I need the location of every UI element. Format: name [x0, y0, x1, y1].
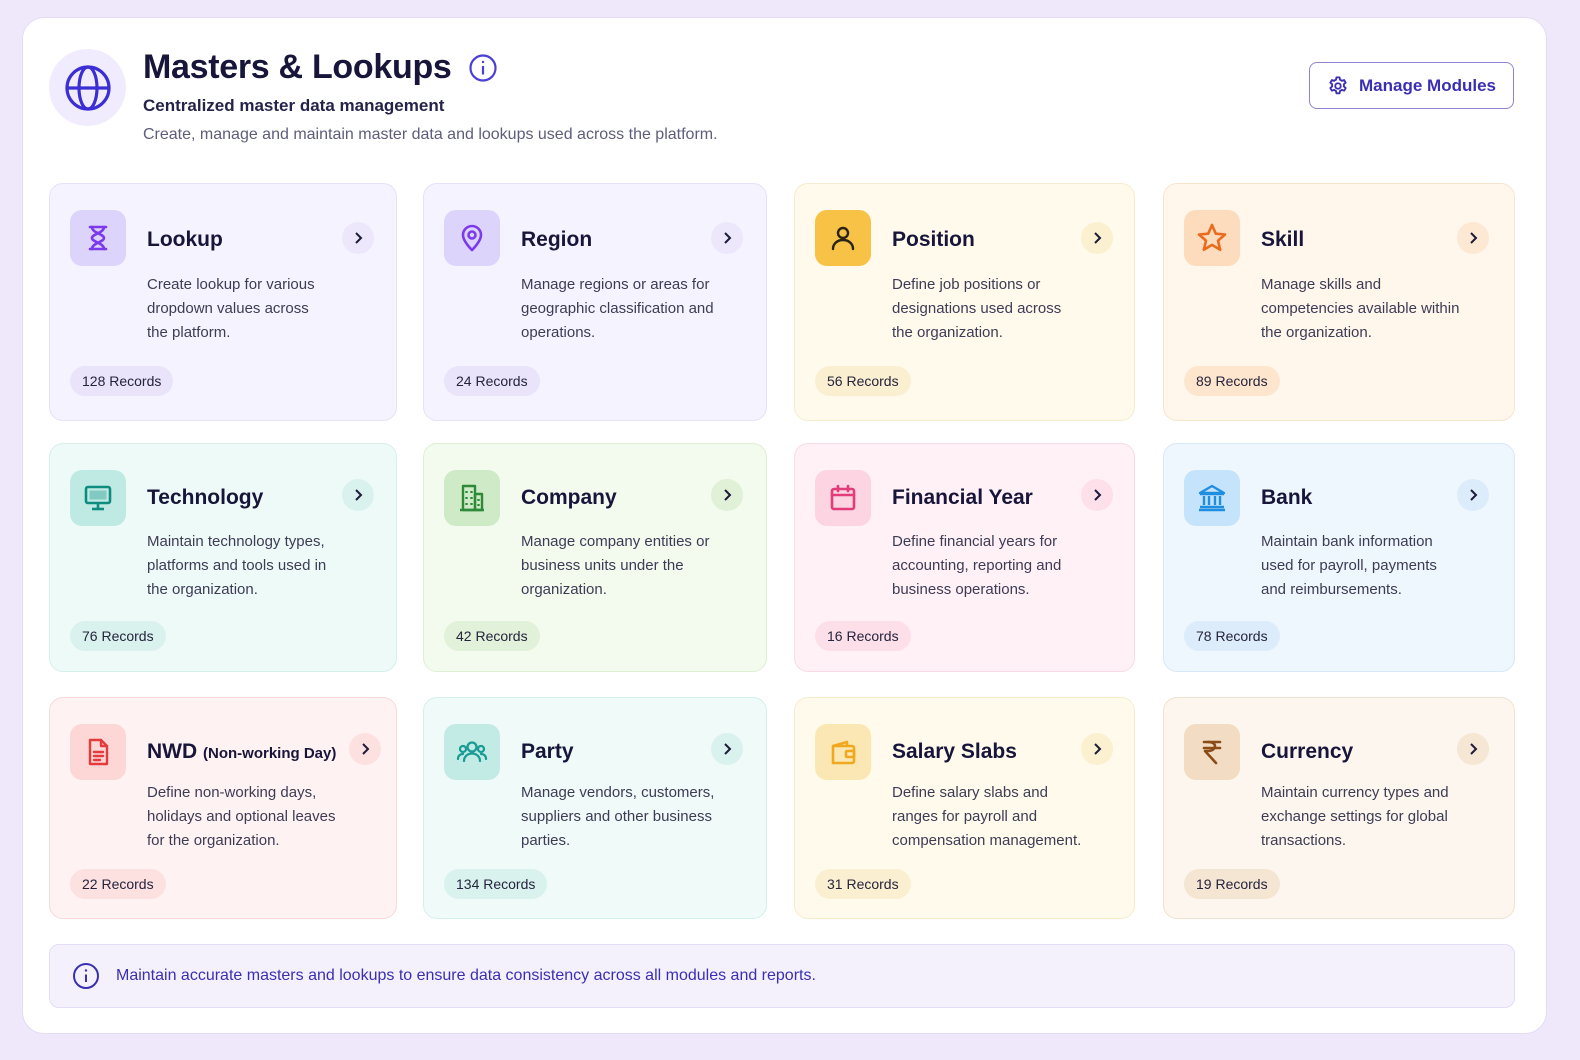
card-description: Maintain bank information used for payro… — [1261, 533, 1437, 598]
card-description: Manage vendors, customers, suppliers and… — [521, 784, 715, 849]
card-description: Define salary slabs and ranges for payro… — [892, 784, 1082, 849]
card-financial-year[interactable]: Financial Year Define financial years fo… — [794, 443, 1135, 672]
building-icon — [444, 470, 500, 526]
records-badge: 19 Records — [1184, 869, 1280, 899]
chevron-right-icon[interactable] — [342, 479, 374, 511]
records-badge: 31 Records — [815, 869, 911, 899]
star-icon — [1184, 210, 1240, 266]
card-description: Define financial years for accounting, r… — [892, 533, 1062, 598]
card-title: Skill — [1261, 228, 1305, 251]
user-icon — [815, 210, 871, 266]
chevron-right-icon[interactable] — [1081, 479, 1113, 511]
card-title: Currency — [1261, 740, 1354, 763]
card-currency[interactable]: Currency Maintain currency types and exc… — [1163, 697, 1515, 919]
page-description: Create, manage and maintain master data … — [143, 126, 718, 143]
card-salary-slabs[interactable]: Salary Slabs Define salary slabs and ran… — [794, 697, 1135, 919]
footer-note: Maintain accurate masters and lookups to… — [49, 944, 1515, 1008]
card-skill[interactable]: Skill Manage skills and competencies ava… — [1163, 183, 1515, 421]
chevron-right-icon[interactable] — [1457, 479, 1489, 511]
records-badge: 24 Records — [444, 366, 540, 396]
card-title: Party — [521, 740, 574, 763]
card-description: Manage company entities or business unit… — [521, 533, 710, 598]
map-pin-icon — [444, 210, 500, 266]
chevron-right-icon[interactable] — [711, 222, 743, 254]
chevron-right-icon[interactable] — [1081, 222, 1113, 254]
page-title: Masters & Lookups — [143, 48, 452, 86]
card-description: Define non-working days, holidays and op… — [147, 784, 336, 849]
card-position[interactable]: Position Define job positions or designa… — [794, 183, 1135, 421]
card-title: Financial Year — [892, 486, 1033, 509]
records-badge: 56 Records — [815, 366, 911, 396]
card-description: Define job positions or designations use… — [892, 276, 1062, 341]
records-badge: 134 Records — [444, 869, 548, 899]
records-badge: 89 Records — [1184, 366, 1280, 396]
card-description: Create lookup for various dropdown value… — [147, 276, 315, 341]
card-title: NWD (Non-working Day) — [147, 740, 337, 763]
hourglass-icon — [70, 210, 126, 266]
card-company[interactable]: Company Manage company entities or busin… — [423, 443, 767, 672]
chevron-right-icon[interactable] — [711, 733, 743, 765]
card-region[interactable]: Region Manage regions or areas for geogr… — [423, 183, 767, 421]
records-badge: 42 Records — [444, 621, 540, 651]
card-description: Manage skills and competencies available… — [1261, 276, 1460, 341]
globe-icon — [49, 49, 126, 126]
card-party[interactable]: Party Manage vendors, customers, supplie… — [423, 697, 767, 919]
records-badge: 22 Records — [70, 869, 166, 899]
card-title: Position — [892, 228, 975, 251]
title-row: Masters & Lookups — [143, 48, 498, 87]
records-badge: 128 Records — [70, 366, 174, 396]
gear-icon — [1327, 75, 1349, 97]
card-title: Region — [521, 228, 593, 251]
chevron-right-icon[interactable] — [342, 222, 374, 254]
card-title: Technology — [147, 486, 264, 509]
footer-note-text: Maintain accurate masters and lookups to… — [116, 967, 816, 984]
page-subtitle: Centralized master data management — [143, 96, 445, 115]
monitor-icon — [70, 470, 126, 526]
info-icon[interactable] — [468, 53, 498, 83]
document-icon — [70, 724, 126, 780]
manage-modules-label: Manage Modules — [1359, 75, 1496, 95]
card-nwd[interactable]: NWD (Non-working Day) Define non-working… — [49, 697, 397, 919]
card-description: Manage regions or areas for geographic c… — [521, 276, 714, 341]
card-lookup[interactable]: Lookup Create lookup for various dropdow… — [49, 183, 397, 421]
chevron-right-icon[interactable] — [1457, 222, 1489, 254]
info-icon — [72, 962, 100, 990]
records-badge: 16 Records — [815, 621, 911, 651]
card-bank[interactable]: Bank Maintain bank information used for … — [1163, 443, 1515, 672]
card-title: Lookup — [147, 228, 223, 251]
calendar-icon — [815, 470, 871, 526]
chevron-right-icon[interactable] — [349, 733, 381, 765]
wallet-icon — [815, 724, 871, 780]
records-badge: 78 Records — [1184, 621, 1280, 651]
chevron-right-icon[interactable] — [1457, 733, 1489, 765]
bank-icon — [1184, 470, 1240, 526]
card-description: Maintain technology types, platforms and… — [147, 533, 327, 598]
card-title: Company — [521, 486, 617, 509]
users-icon — [444, 724, 500, 780]
manage-modules-button[interactable]: Manage Modules — [1309, 62, 1514, 109]
masters-panel: Masters & Lookups Centralized master dat… — [22, 17, 1547, 1034]
card-description: Maintain currency types and exchange set… — [1261, 784, 1449, 849]
card-title: Bank — [1261, 486, 1313, 509]
rupee-icon — [1184, 724, 1240, 780]
records-badge: 76 Records — [70, 621, 166, 651]
chevron-right-icon[interactable] — [1081, 733, 1113, 765]
chevron-right-icon[interactable] — [711, 479, 743, 511]
card-technology[interactable]: Technology Maintain technology types, pl… — [49, 443, 397, 672]
card-title: Salary Slabs — [892, 740, 1017, 763]
